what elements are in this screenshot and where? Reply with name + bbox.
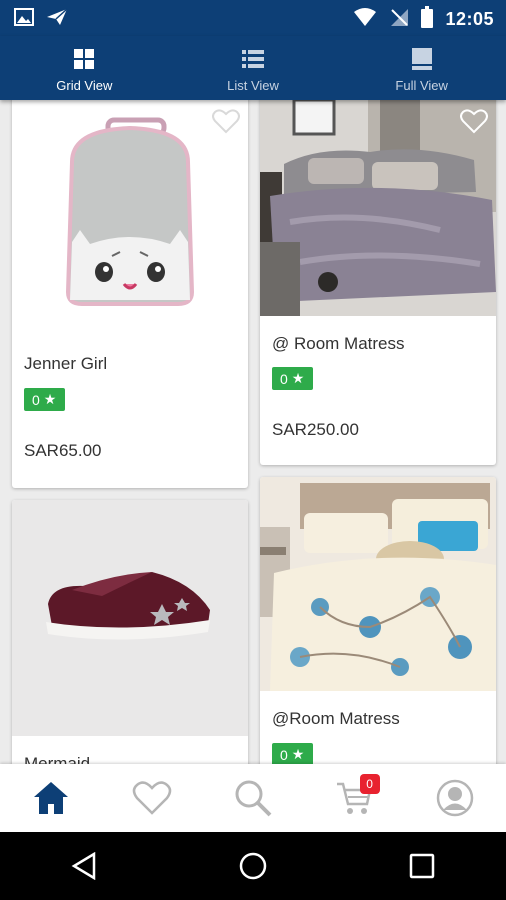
bottom-navigation: 0: [0, 764, 506, 832]
rating-badge: 0 ★: [272, 367, 313, 390]
grid-view-icon: [74, 48, 95, 70]
cart-count-badge: 0: [359, 774, 380, 794]
back-button[interactable]: [54, 836, 114, 896]
product-title: Mermaid: [24, 754, 91, 764]
rating-value: 0: [280, 746, 288, 763]
status-time: 12:05: [445, 9, 494, 29]
paper-plane-notification-icon: [46, 8, 68, 31]
list-view-icon: [242, 48, 264, 70]
wifi-icon: [353, 7, 377, 32]
home-circle-icon: [239, 852, 267, 880]
product-card[interactable]: @Room Matress 0 ★: [260, 477, 496, 764]
rating-badge: 0 ★: [24, 388, 65, 411]
back-triangle-icon: [71, 852, 96, 880]
wishlist-heart-icon[interactable]: [460, 108, 488, 134]
status-bar: 12:05: [0, 0, 506, 36]
home-button[interactable]: [223, 836, 283, 896]
rating-value: 0: [280, 370, 288, 387]
product-grid: Jenner Girl 0 ★ SAR65.00 @ Room Matress …: [0, 100, 506, 764]
product-image: [260, 477, 496, 691]
product-title: @ Room Matress: [272, 334, 405, 353]
product-image: [12, 100, 248, 336]
nav-profile[interactable]: [405, 764, 506, 832]
tab-grid-view-label: Grid View: [56, 78, 113, 93]
tab-list-view-label: List View: [227, 78, 279, 93]
gallery-notification-icon: [14, 8, 34, 31]
product-card[interactable]: Jenner Girl 0 ★ SAR65.00: [12, 100, 248, 488]
star-icon: ★: [291, 746, 305, 762]
tab-full-view-label: Full View: [395, 78, 448, 93]
user-avatar-icon: [437, 779, 474, 817]
recents-square-icon: [409, 853, 434, 879]
product-title: Jenner Girl: [24, 354, 108, 373]
rating-badge: 0 ★: [272, 743, 313, 764]
product-price: SAR250.00: [272, 420, 359, 439]
recents-button[interactable]: [392, 836, 452, 896]
product-card[interactable]: @ Room Matress 0 ★ SAR250.00: [260, 100, 496, 465]
nav-search[interactable]: [202, 764, 303, 832]
product-price: SAR65.00: [24, 441, 102, 460]
star-icon: ★: [43, 391, 57, 407]
nav-home[interactable]: [0, 764, 101, 832]
view-switcher: Grid View List View Full View: [0, 36, 506, 100]
tab-grid-view[interactable]: Grid View: [0, 36, 169, 100]
home-icon: [33, 782, 68, 814]
wishlist-heart-icon[interactable]: [212, 108, 240, 134]
no-signal-icon: [389, 7, 409, 32]
battery-icon: [421, 6, 434, 33]
tab-full-view[interactable]: Full View: [337, 36, 506, 100]
search-icon: [235, 780, 272, 817]
product-image: [12, 500, 248, 736]
heart-icon: [132, 781, 172, 815]
system-navigation-bar: [0, 832, 506, 900]
nav-wishlist[interactable]: [101, 764, 202, 832]
rating-value: 0: [32, 391, 40, 408]
star-icon: ★: [291, 370, 305, 386]
tab-list-view[interactable]: List View: [169, 36, 338, 100]
full-view-icon: [411, 48, 432, 70]
product-card[interactable]: Mermaid: [12, 500, 248, 764]
product-title: @Room Matress: [272, 709, 400, 728]
nav-cart[interactable]: 0: [304, 764, 405, 832]
